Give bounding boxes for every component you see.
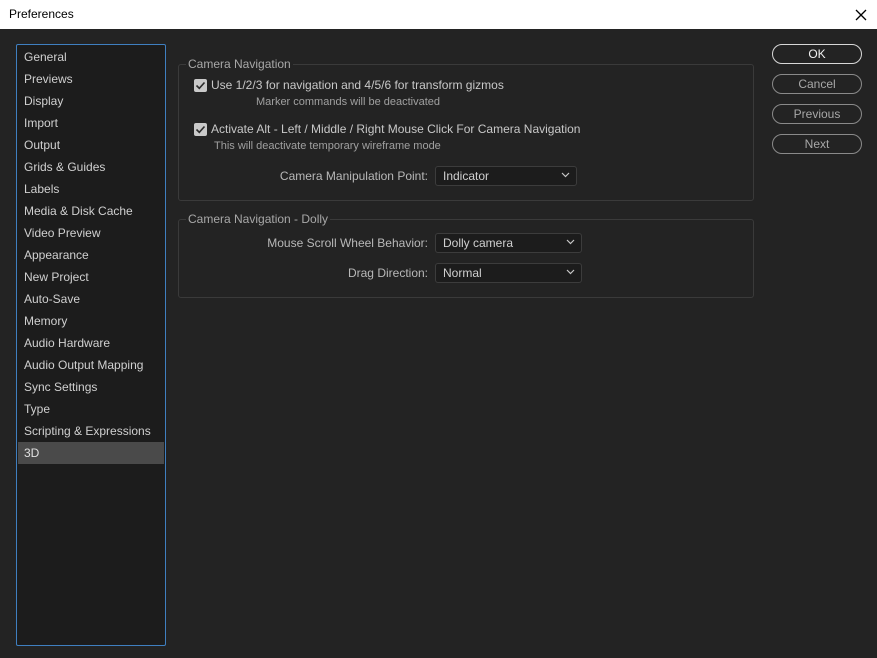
sidebar-item-type[interactable]: Type	[18, 398, 164, 420]
close-icon[interactable]	[845, 0, 877, 29]
camera-manipulation-point-value: Indicator	[443, 169, 490, 183]
sidebar-item-video-preview[interactable]: Video Preview	[18, 222, 164, 244]
drag-direction-value: Normal	[443, 266, 482, 280]
checkmark-icon	[195, 81, 206, 90]
sidebar-item-grids-guides[interactable]: Grids & Guides	[18, 156, 164, 178]
camera-navigation-dolly-group	[178, 219, 754, 298]
mouse-scroll-wheel-behavior-value: Dolly camera	[443, 236, 514, 250]
use-123-navigation-checkbox[interactable]	[194, 79, 207, 92]
sidebar-item-3d[interactable]: 3D	[18, 442, 164, 464]
sidebar-item-memory[interactable]: Memory	[18, 310, 164, 332]
window-title: Preferences	[9, 7, 74, 21]
sidebar-item-sync-settings[interactable]: Sync Settings	[18, 376, 164, 398]
chevron-down-icon	[566, 269, 575, 275]
chevron-down-icon	[561, 172, 570, 178]
activate-alt-navigation-label[interactable]: Activate Alt - Left / Middle / Right Mou…	[211, 122, 580, 136]
checkmark-icon	[195, 125, 206, 134]
sidebar-item-general[interactable]: General	[18, 46, 164, 68]
mouse-scroll-wheel-behavior-label: Mouse Scroll Wheel Behavior:	[267, 236, 428, 250]
mouse-scroll-wheel-behavior-dropdown[interactable]: Dolly camera	[435, 233, 582, 253]
sidebar-item-media-disk-cache[interactable]: Media & Disk Cache	[18, 200, 164, 222]
camera-manipulation-point-dropdown[interactable]: Indicator	[435, 166, 577, 186]
preferences-category-list[interactable]: General Previews Display Import Output G…	[16, 44, 166, 646]
sidebar-item-auto-save[interactable]: Auto-Save	[18, 288, 164, 310]
sidebar-item-display[interactable]: Display	[18, 90, 164, 112]
camera-manipulation-point-label: Camera Manipulation Point:	[279, 169, 428, 183]
sidebar-item-previews[interactable]: Previews	[18, 68, 164, 90]
ok-button[interactable]: OK	[772, 44, 862, 64]
previous-button[interactable]: Previous	[772, 104, 862, 124]
sidebar-item-audio-output-mapping[interactable]: Audio Output Mapping	[18, 354, 164, 376]
drag-direction-dropdown[interactable]: Normal	[435, 263, 582, 283]
title-bar: Preferences	[0, 0, 877, 29]
drag-direction-label: Drag Direction:	[347, 266, 428, 280]
activate-alt-navigation-note: This will deactivate temporary wireframe…	[214, 140, 441, 152]
sidebar-item-import[interactable]: Import	[18, 112, 164, 134]
sidebar-item-appearance[interactable]: Appearance	[18, 244, 164, 266]
chevron-down-icon	[566, 239, 575, 245]
sidebar-item-new-project[interactable]: New Project	[18, 266, 164, 288]
sidebar-item-audio-hardware[interactable]: Audio Hardware	[18, 332, 164, 354]
sidebar-item-output[interactable]: Output	[18, 134, 164, 156]
camera-navigation-group-title: Camera Navigation	[186, 57, 293, 71]
use-123-navigation-label[interactable]: Use 1/2/3 for navigation and 4/5/6 for t…	[211, 78, 504, 92]
sidebar-item-labels[interactable]: Labels	[18, 178, 164, 200]
cancel-button[interactable]: Cancel	[772, 74, 862, 94]
activate-alt-navigation-checkbox[interactable]	[194, 123, 207, 136]
camera-navigation-dolly-group-title: Camera Navigation - Dolly	[186, 212, 331, 226]
sidebar-item-scripting-expressions[interactable]: Scripting & Expressions	[18, 420, 164, 442]
next-button[interactable]: Next	[772, 134, 862, 154]
use-123-navigation-note: Marker commands will be deactivated	[256, 96, 441, 108]
